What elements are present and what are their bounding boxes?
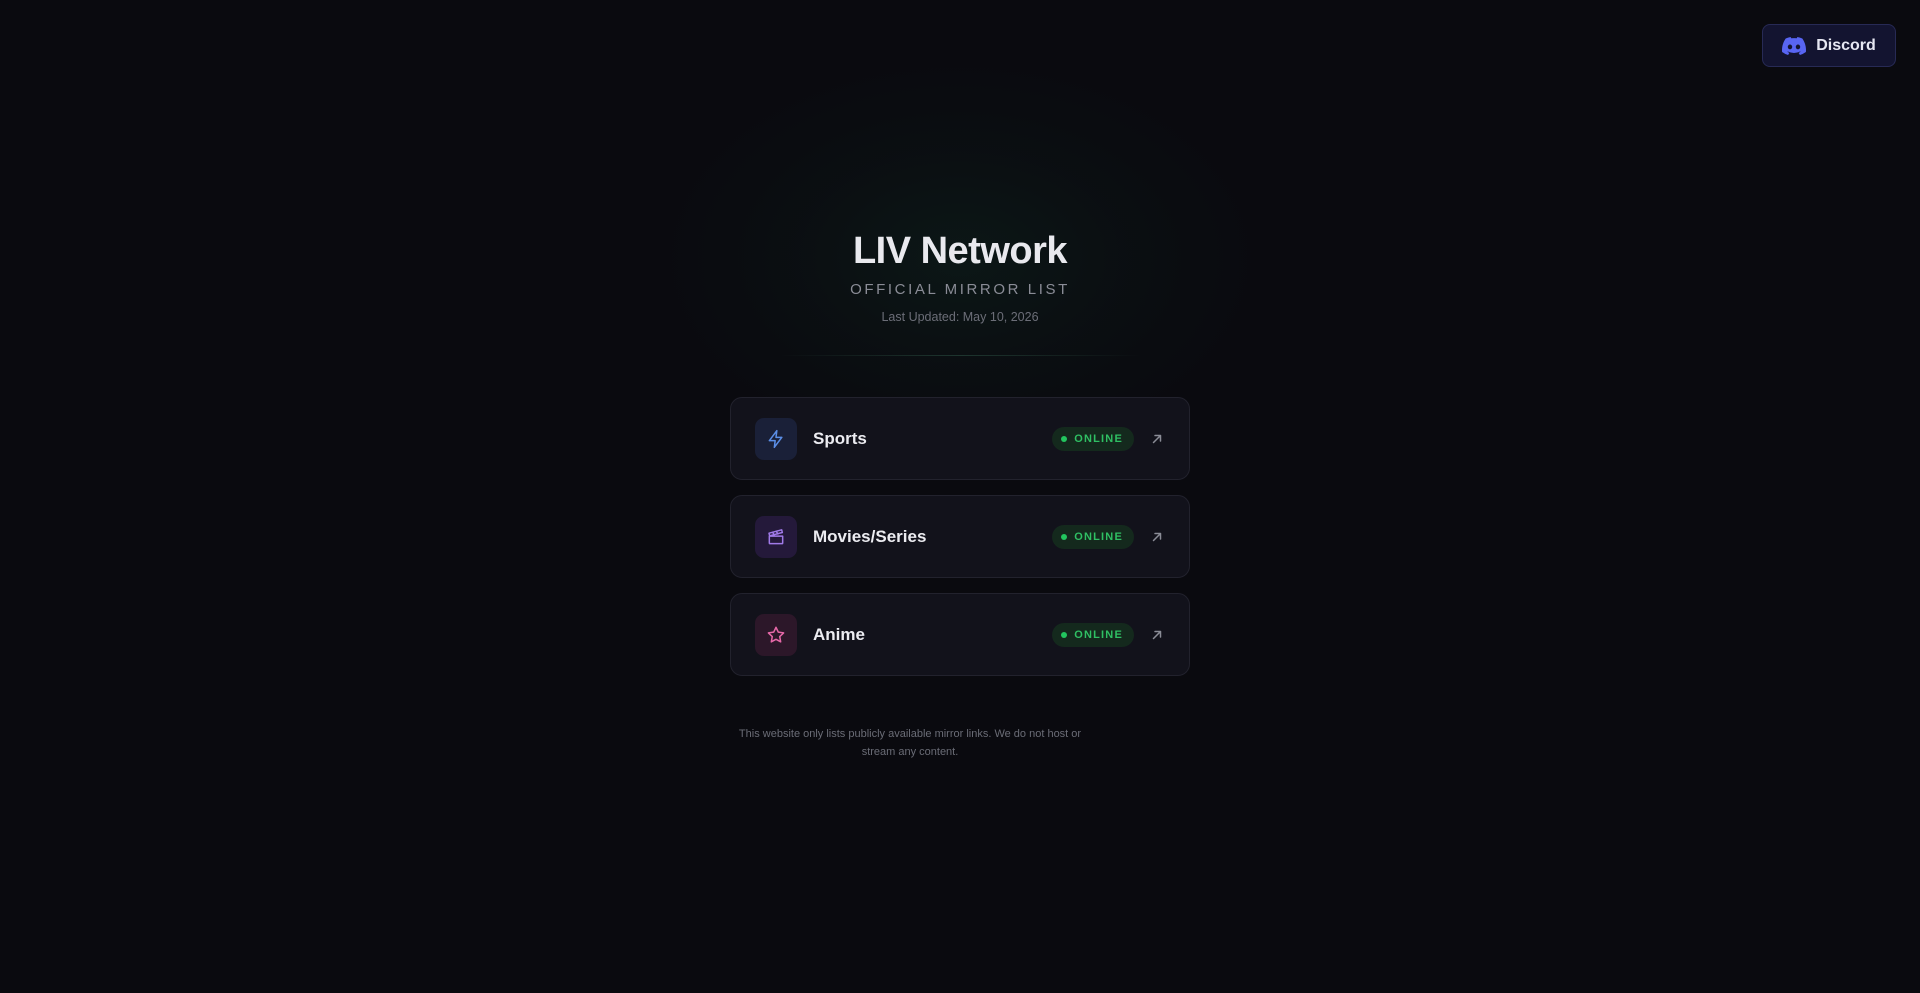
discord-label: Discord bbox=[1816, 36, 1876, 54]
status-text: ONLINE bbox=[1074, 628, 1123, 641]
star-icon bbox=[755, 613, 797, 656]
mirror-name: Movies/Series bbox=[813, 526, 927, 546]
mirror-list: Sports ONLINE Movies/Series ONLINE Anime… bbox=[730, 397, 1190, 676]
external-link-icon bbox=[1149, 431, 1165, 447]
mirror-card-sports[interactable]: Sports ONLINE bbox=[730, 397, 1190, 480]
hero: LIV Network OFFICIAL MIRROR LIST Last Up… bbox=[0, 228, 1920, 325]
status-dot bbox=[1061, 533, 1068, 540]
status-text: ONLINE bbox=[1074, 530, 1123, 543]
discord-button[interactable]: Discord bbox=[1762, 24, 1896, 67]
status-badge: ONLINE bbox=[1052, 524, 1134, 549]
clapperboard-icon bbox=[755, 515, 797, 558]
mirror-card-movies-series[interactable]: Movies/Series ONLINE bbox=[730, 495, 1190, 578]
mirror-card-anime[interactable]: Anime ONLINE bbox=[730, 593, 1190, 676]
status-dot bbox=[1061, 631, 1068, 638]
status-dot bbox=[1061, 435, 1068, 442]
external-link-icon bbox=[1149, 627, 1165, 643]
last-updated: Last Updated: May 10, 2026 bbox=[881, 310, 1039, 324]
page-title: LIV Network bbox=[852, 230, 1068, 272]
status-badge: ONLINE bbox=[1052, 622, 1134, 647]
mirror-name: Sports bbox=[813, 428, 867, 448]
status-badge: ONLINE bbox=[1052, 426, 1134, 451]
hero-divider bbox=[780, 355, 1140, 356]
mirror-name: Anime bbox=[813, 624, 865, 644]
discord-icon bbox=[1782, 36, 1807, 55]
external-link-icon bbox=[1149, 529, 1165, 545]
status-text: ONLINE bbox=[1074, 432, 1123, 445]
lightning-icon bbox=[755, 417, 797, 460]
disclaimer: This website only lists publicly availab… bbox=[738, 728, 1082, 758]
page-subtitle: OFFICIAL MIRROR LIST bbox=[850, 281, 1070, 298]
